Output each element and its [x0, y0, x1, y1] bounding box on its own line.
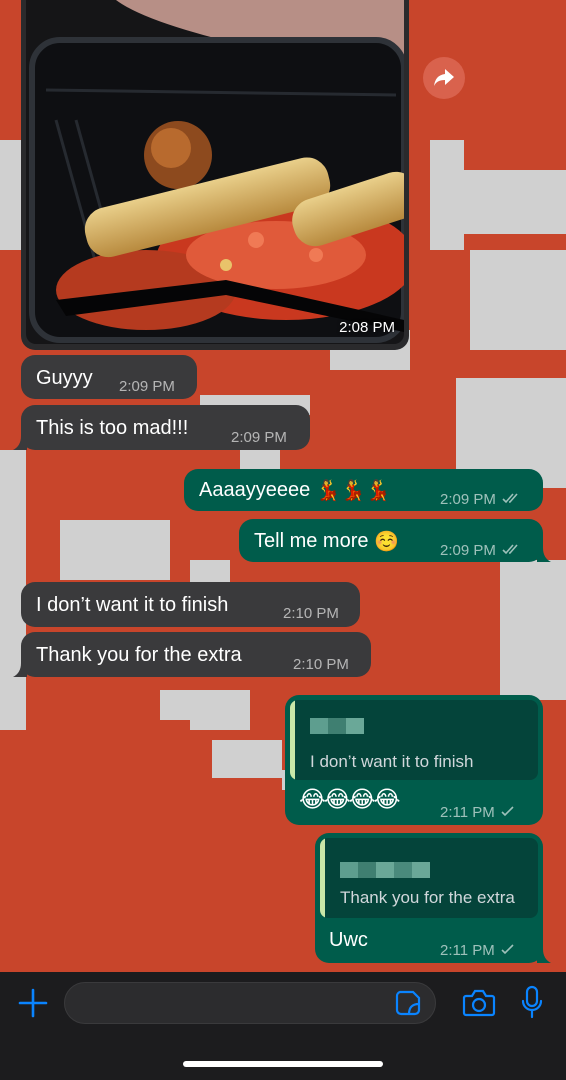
quoted-text: Thank you for the extra: [340, 888, 515, 907]
dancer-emoji: 💃💃💃: [315, 479, 391, 502]
message-time: 2:09 PM: [119, 378, 175, 395]
message-text: Uwc: [329, 929, 368, 951]
quoted-sender-name-redacted: [310, 716, 364, 736]
camera-icon[interactable]: [462, 988, 496, 1018]
quoted-text: I don’t want it to finish: [310, 752, 474, 771]
message-time-text: 2:09 PM: [440, 491, 496, 508]
message-text: Thank you for the extra: [36, 644, 242, 666]
outgoing-reply-message[interactable]: I don’t want it to finish 😂😂😂😂 2:11 PM: [285, 695, 543, 825]
outgoing-message[interactable]: Tell me more ☺️ 2:09 PM: [239, 519, 551, 563]
quote-accent-bar: [290, 700, 295, 780]
message-text: Guyyy: [36, 367, 93, 389]
microphone-icon[interactable]: [521, 985, 543, 1019]
message-time-text: 2:11 PM: [440, 804, 495, 821]
message-text-body: Aaaayyeeee: [199, 479, 311, 501]
sent-check-icon: [501, 944, 514, 955]
message-text: Aaaayyeeee 💃💃💃: [199, 478, 390, 503]
message-time: 2:11 PM: [440, 801, 515, 825]
message-time: 2:10 PM: [293, 656, 349, 673]
bubble-tail: [13, 436, 27, 450]
sent-check-icon: [501, 806, 514, 817]
incoming-message[interactable]: Guyyy 2:09 PM: [21, 355, 197, 399]
photo-message[interactable]: 2:08 PM: [21, 0, 409, 350]
outgoing-reply-message[interactable]: Thank you for the extra Uwc 2:11 PM: [315, 833, 551, 963]
quoted-sender-name-redacted: [340, 860, 430, 880]
smiling-emoji: ☺️: [374, 530, 399, 553]
quoted-message[interactable]: I don’t want it to finish: [290, 700, 538, 780]
read-receipt-icon: [502, 544, 518, 555]
food-photo[interactable]: [26, 0, 404, 344]
bubble-tail: [537, 949, 551, 963]
quote-accent-bar: [320, 838, 325, 918]
message-text-body: Tell me more: [254, 530, 369, 552]
bubble-tail: [13, 663, 27, 677]
message-time: 2:09 PM: [231, 429, 287, 446]
incoming-message[interactable]: Thank you for the extra 2:10 PM: [13, 632, 371, 677]
message-time: 2:11 PM: [440, 939, 515, 963]
message-text: I don’t want it to finish: [36, 594, 229, 616]
message-time: 2:08 PM: [339, 319, 395, 336]
bubble-tail: [537, 548, 551, 562]
home-indicator[interactable]: [183, 1061, 383, 1067]
forward-arrow-icon: [434, 69, 454, 86]
message-text: Tell me more ☺️: [254, 529, 399, 554]
forward-button[interactable]: [423, 57, 465, 99]
read-receipt-icon: [502, 493, 518, 504]
food-photo-image: [26, 0, 404, 344]
incoming-message[interactable]: This is too mad!!! 2:09 PM: [13, 405, 310, 450]
quoted-message[interactable]: Thank you for the extra: [320, 838, 538, 918]
laughing-emojis: 😂😂😂😂: [299, 786, 400, 812]
message-time: 2:10 PM: [283, 605, 339, 622]
message-input[interactable]: [64, 982, 436, 1024]
message-time: 2:09 PM: [440, 488, 522, 512]
message-time-text: 2:09 PM: [440, 542, 496, 559]
plus-icon[interactable]: [16, 986, 50, 1020]
outgoing-message[interactable]: Aaaayyeeee 💃💃💃 2:09 PM: [184, 469, 543, 511]
sticker-icon[interactable]: [395, 990, 421, 1016]
message-time-text: 2:11 PM: [440, 942, 495, 959]
incoming-message[interactable]: I don’t want it to finish 2:10 PM: [21, 582, 360, 627]
message-text: This is too mad!!!: [36, 417, 189, 439]
message-time: 2:09 PM: [440, 539, 522, 563]
